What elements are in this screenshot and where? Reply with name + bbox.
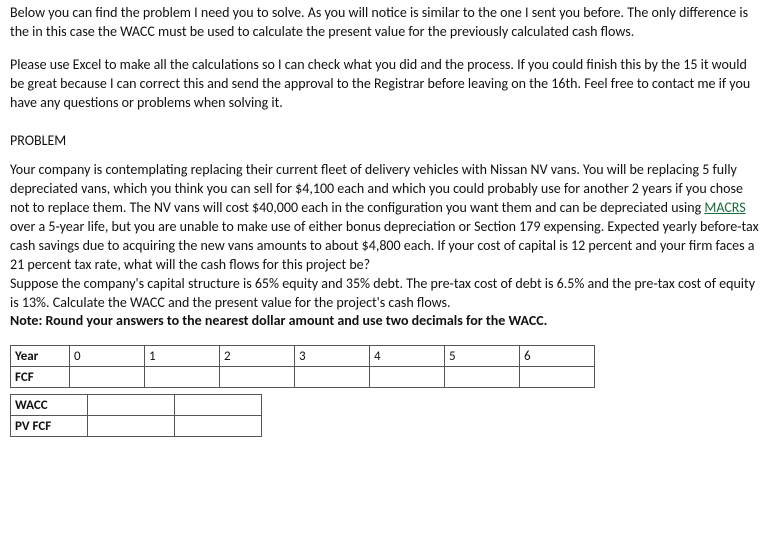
- problem-paragraph-1: Your company is contemplating replacing …: [10, 161, 762, 331]
- fcf-row-label: FCF: [11, 367, 70, 388]
- year-row-label: Year: [11, 346, 70, 367]
- table-row: WACC: [11, 395, 262, 416]
- pvfcf-cell[interactable]: [88, 416, 175, 437]
- fcf-cell[interactable]: [70, 367, 145, 388]
- fcf-cell[interactable]: [295, 367, 370, 388]
- pvfcf-cell[interactable]: [175, 416, 262, 437]
- year-header-2: 2: [220, 346, 295, 367]
- table-row: Year 0 1 2 3 4 5 6: [11, 346, 595, 367]
- year-header-0: 0: [70, 346, 145, 367]
- table-row: PV FCF: [11, 416, 262, 437]
- fcf-cell[interactable]: [145, 367, 220, 388]
- problem-note: Note: Round your answers to the nearest …: [10, 312, 547, 329]
- wacc-cell[interactable]: [175, 395, 262, 416]
- wacc-row-label: WACC: [11, 395, 88, 416]
- intro-paragraph-2: Please use Excel to make all the calcula…: [10, 56, 762, 113]
- year-header-5: 5: [445, 346, 520, 367]
- pvfcf-row-label: PV FCF: [11, 416, 88, 437]
- intro-paragraph-1: Below you can find the problem I need yo…: [10, 4, 762, 42]
- fcf-cell[interactable]: [220, 367, 295, 388]
- table-row: FCF: [11, 367, 595, 388]
- year-header-3: 3: [295, 346, 370, 367]
- problem-text-1a: Your company is contemplating replacing …: [10, 161, 743, 216]
- year-header-6: 6: [520, 346, 595, 367]
- wacc-pv-table: WACC PV FCF: [10, 394, 262, 437]
- wacc-cell[interactable]: [88, 395, 175, 416]
- fcf-cell[interactable]: [520, 367, 595, 388]
- problem-paragraph-2: Suppose the company's capital structure …: [10, 275, 755, 311]
- fcf-cell[interactable]: [445, 367, 520, 388]
- macrs-link[interactable]: MACRS: [704, 199, 745, 216]
- problem-text-1b: over a 5-year life, but you are unable t…: [10, 218, 759, 273]
- year-fcf-table: Year 0 1 2 3 4 5 6 FCF: [10, 345, 595, 388]
- year-header-1: 1: [145, 346, 220, 367]
- year-header-4: 4: [370, 346, 445, 367]
- problem-heading: PROBLEM: [10, 132, 762, 151]
- fcf-cell[interactable]: [370, 367, 445, 388]
